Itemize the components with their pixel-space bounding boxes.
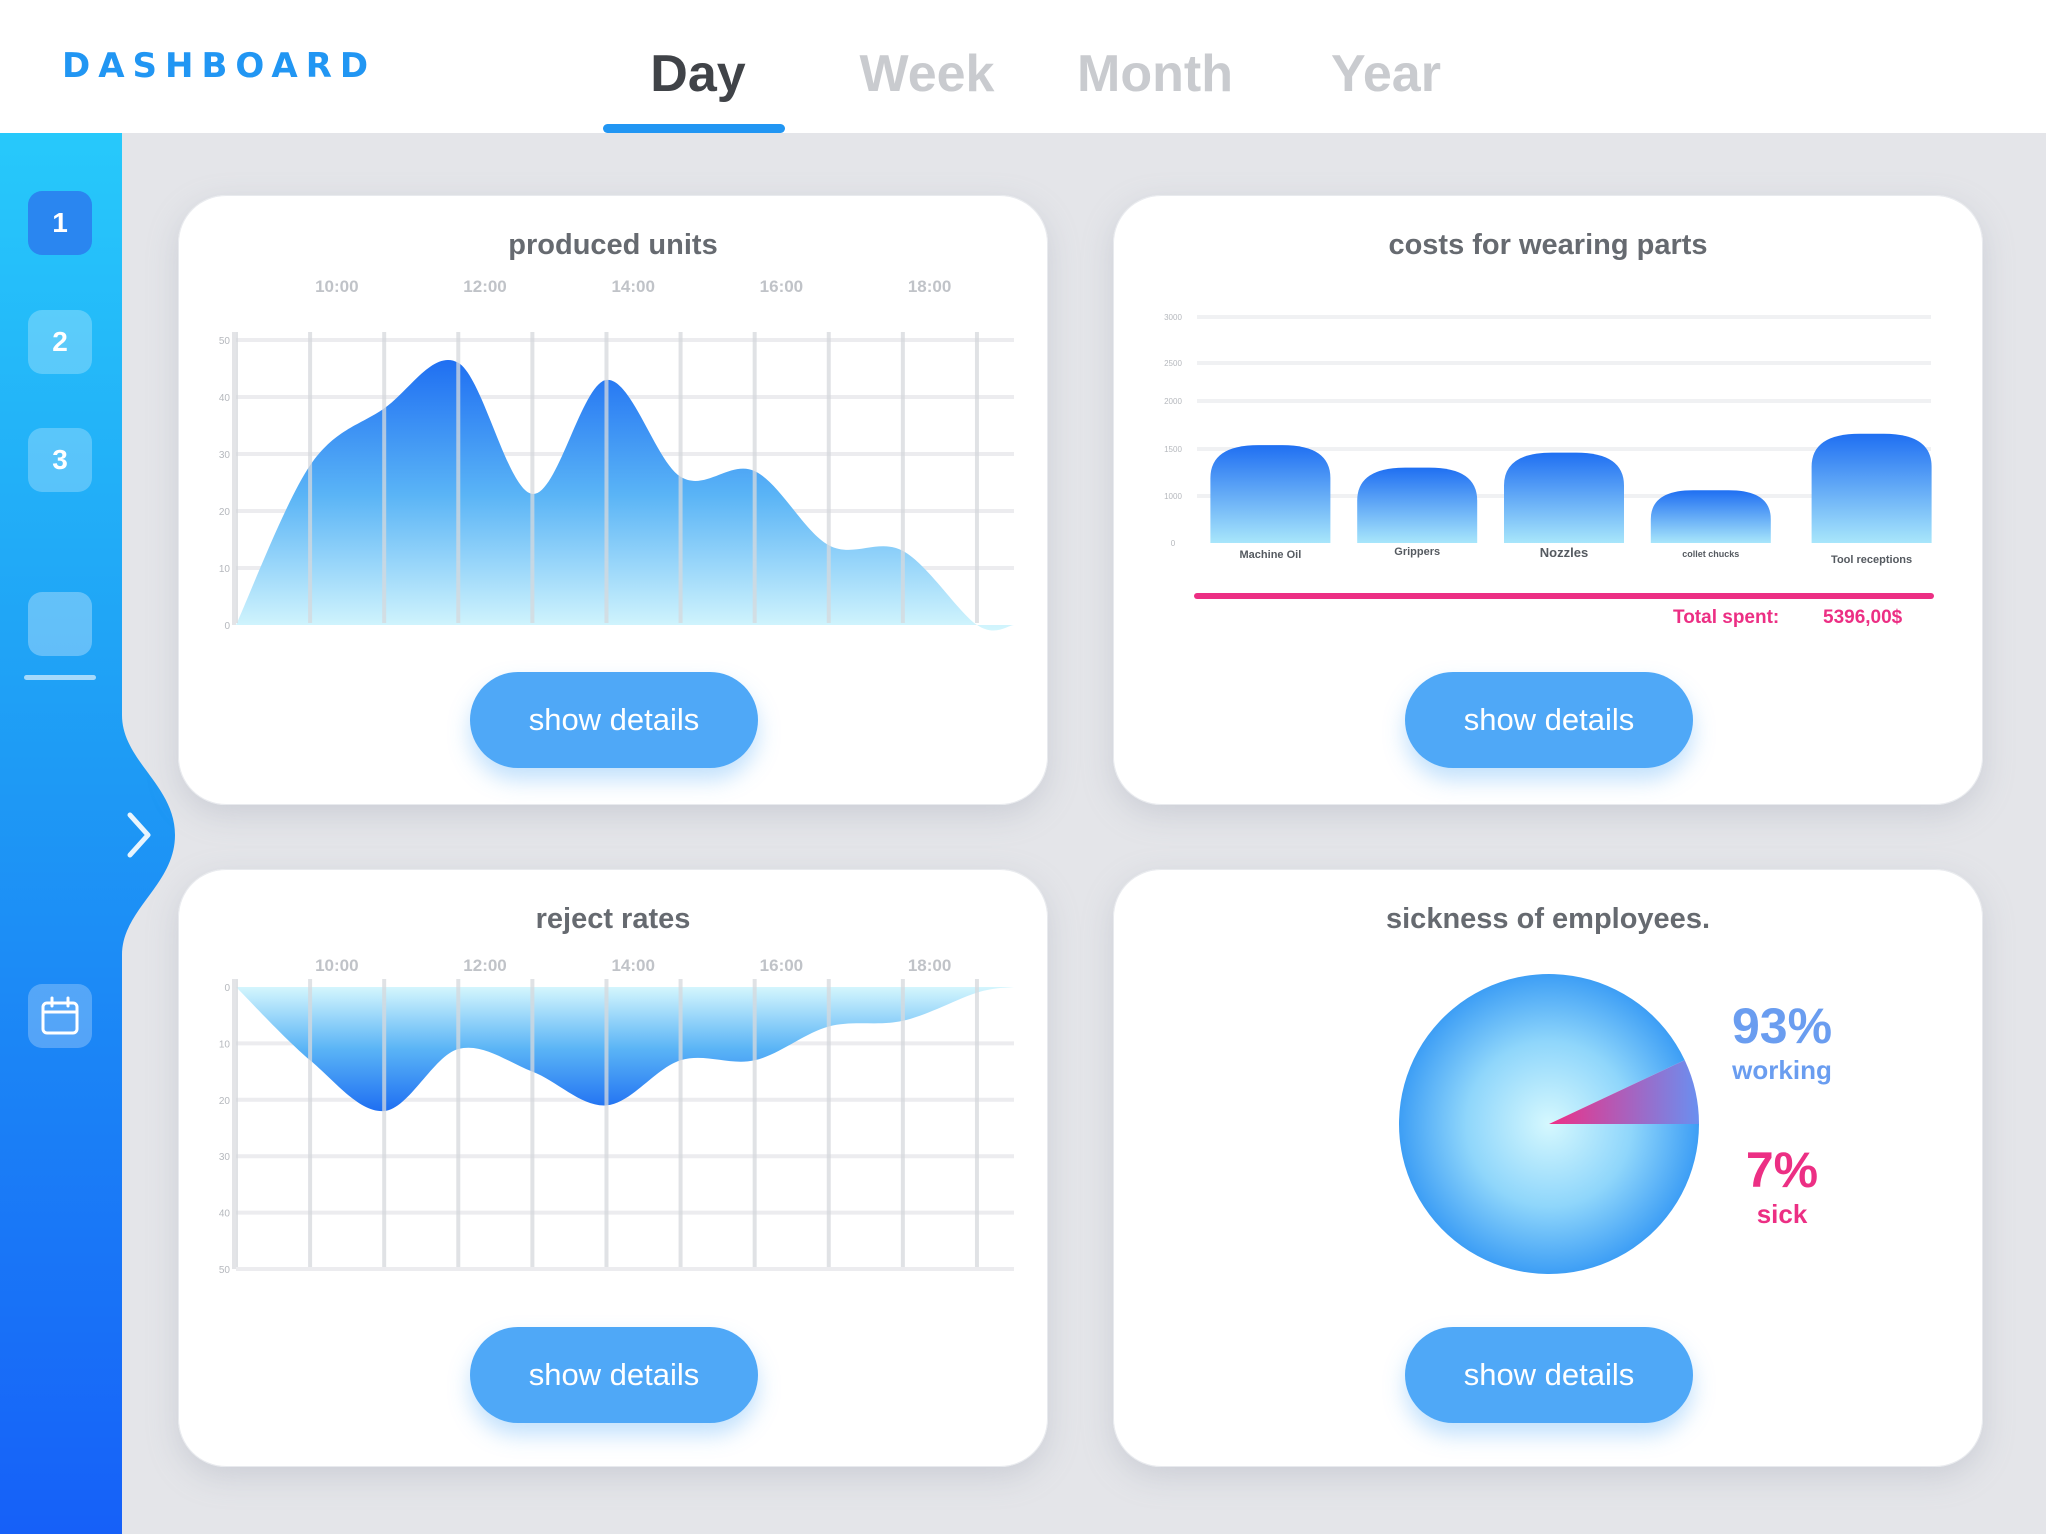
top-header: DASHBOARD Day Week Month Year [0,0,2046,133]
reject-y-tick-label: 30 [219,1152,231,1163]
sick-label: sick [1756,1199,1808,1229]
sidebar-item-3[interactable]: 3 [28,428,92,492]
sickness-show-details-button[interactable]: show details [1405,1327,1693,1423]
reject-x-tick-label: 12:00 [463,956,506,975]
produced-x-tick-label: 14:00 [611,277,654,296]
produced-x-tick-label: 10:00 [315,277,358,296]
costs-y-tick-label: 1000 [1164,492,1182,501]
costs-bar [1504,452,1624,543]
produced-x-tick-label: 16:00 [760,277,803,296]
blank-tile-icon[interactable] [28,592,92,656]
costs-bar [1210,445,1331,543]
costs-bar [1811,433,1932,543]
produced-y-tick-label: 40 [219,393,231,404]
costs-y-tick-label: 0 [1171,539,1176,548]
dashboard-logo: DASHBOARD [62,46,377,86]
costs-category-label: collet chucks [1682,549,1739,559]
active-tab-indicator [603,124,785,133]
sidebar-divider [24,675,96,680]
wearing-parts-card: costs for wearing parts 0 1000 1500 2000 250… [1113,195,1983,805]
wearing-parts-show-details-button[interactable]: show details [1405,672,1693,768]
produced-area [236,359,1014,631]
produced-y-tick-label: 50 [219,336,231,347]
working-label: working [1732,1055,1832,1085]
calendar-icon[interactable] [28,984,92,1048]
produced-units-show-details-button[interactable]: show details [470,672,758,768]
reject-x-tick-label: 14:00 [611,956,654,975]
costs-category-label: Grippers [1394,546,1440,558]
tab-week[interactable]: Week [827,44,1027,104]
produced-x-tick-label: 12:00 [463,277,506,296]
sick-percent: 7% [1745,1142,1819,1198]
reject-rates-card: reject rates 0 10 20 30 40 50 10:00 12:00 14:00 1… [178,869,1048,1467]
tab-year[interactable]: Year [1286,44,1486,104]
reject-y-tick-label: 20 [219,1096,231,1107]
reject-y-tick-label: 50 [219,1265,231,1276]
reject-x-tick-label: 18:00 [908,956,951,975]
total-spent-label: Total spent: [1673,607,1780,628]
produced-y-tick-label: 10 [219,564,231,575]
wearing-parts-chart: 0 1000 1500 2000 2500 3000 Machine Oil Grippers… [1164,313,1934,599]
reject-x-tick-label: 10:00 [315,956,358,975]
costs-bar [1357,467,1478,543]
costs-y-tick-label: 3000 [1164,313,1182,322]
costs-y-tick-label: 1500 [1164,445,1182,454]
produced-x-tick-label: 18:00 [908,277,951,296]
costs-bar [1650,490,1771,543]
reject-y-tick-label: 10 [219,1039,231,1050]
produced-y-tick-label: 20 [219,507,231,518]
costs-category-label: Machine Oil [1240,549,1302,561]
sidebar-item-2[interactable]: 2 [28,310,92,374]
costs-y-tick-label: 2500 [1164,359,1182,368]
sidebar-item-1[interactable]: 1 [28,191,92,255]
tab-day[interactable]: Day [598,44,798,104]
reject-y-tick-label: 0 [224,983,230,994]
total-spent-value: 5396,00$ [1823,607,1903,628]
costs-category-label: Nozzles [1540,545,1588,560]
produced-units-chart: 0 10 20 30 40 50 10:00 12:00 14:00 16:00 18:00 [219,277,1014,632]
costs-category-label: Tool receptions [1831,554,1912,566]
reject-rates-chart: 0 10 20 30 40 50 10:00 12:00 14:00 16:00 18:00 [219,956,1014,1276]
produced-y-tick-label: 0 [224,621,230,632]
reject-area [236,987,1014,1112]
sickness-card: sickness of employees. 93% working 7% si… [1113,869,1983,1467]
pie-slice-working [1399,974,1699,1275]
reject-rates-show-details-button[interactable]: show details [470,1327,758,1423]
tab-month[interactable]: Month [1055,44,1255,104]
costs-y-tick-label: 2000 [1164,397,1182,406]
produced-y-tick-label: 30 [219,450,231,461]
reject-y-tick-label: 40 [219,1209,231,1220]
sidebar: 1 2 3 [0,133,190,1534]
working-percent: 93% [1731,998,1833,1054]
chevron-right-icon[interactable] [118,809,158,861]
produced-units-card: produced units 0 10 20 30 40 50 10:00 12:00 14:0… [178,195,1048,805]
reject-x-tick-label: 16:00 [760,956,803,975]
